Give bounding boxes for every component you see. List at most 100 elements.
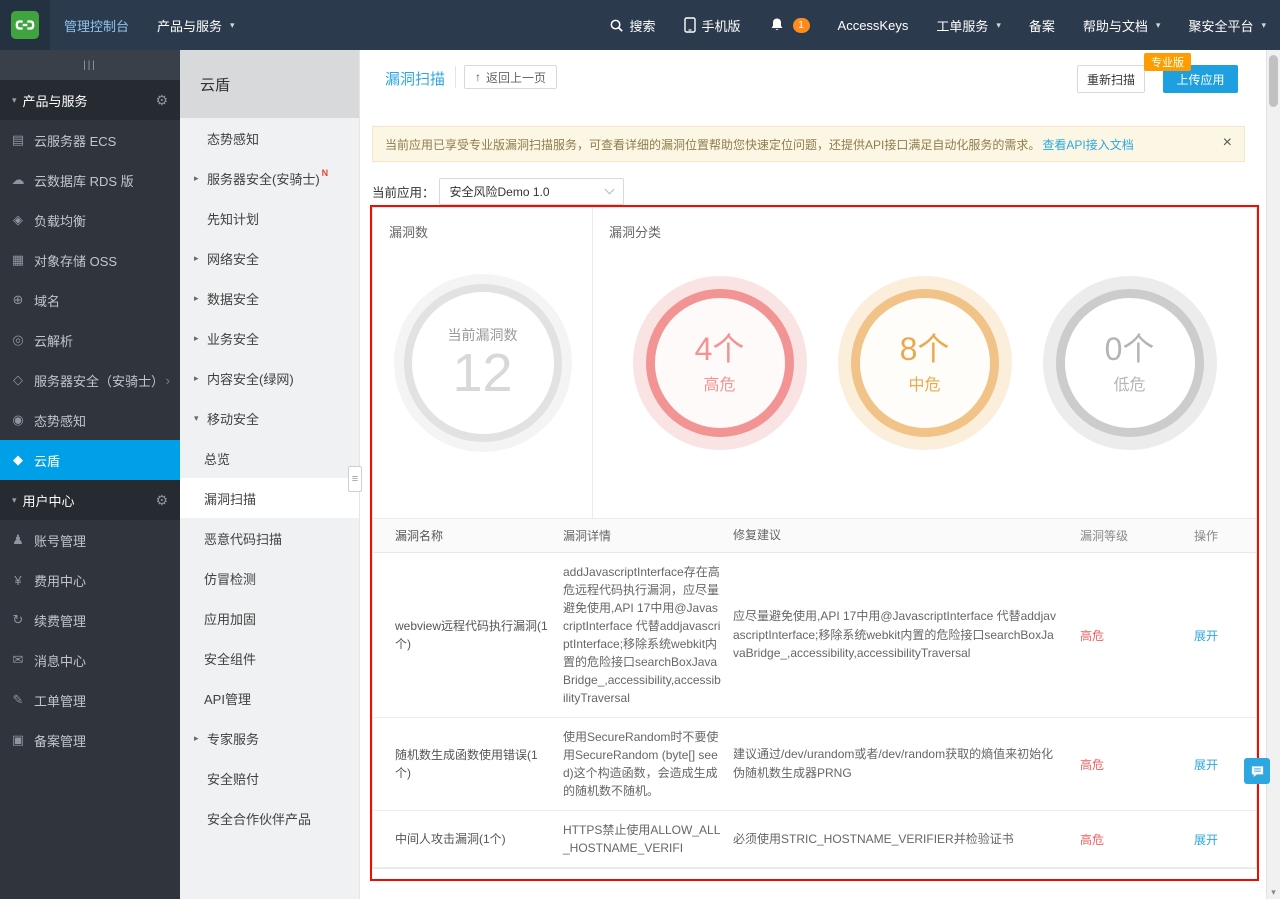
chevron-right-icon: ▸ (194, 172, 199, 183)
scrollbar-thumb[interactable] (1269, 55, 1278, 107)
nav-console[interactable]: 管理控制台 (50, 0, 143, 50)
sidebar-item-domain[interactable]: ⊕ 域名 (0, 280, 180, 320)
feedback-chat-button[interactable] (1244, 758, 1270, 784)
database-icon: ☁ (11, 172, 25, 187)
sidebar-item-oss[interactable]: ▦ 对象存储 OSS (0, 240, 180, 280)
vuln-level-cell: 高危 (1080, 757, 1105, 772)
vuln-detail-cell: 使用SecureRandom时不要使用SecureRandom (byte[] … (563, 730, 719, 798)
chevron-right-icon: › (165, 372, 170, 388)
sidebar-item-messages[interactable]: ✉ 消息中心 (0, 640, 180, 680)
sidebar-item-slb[interactable]: ◈ 负载均衡 (0, 200, 180, 240)
expand-link[interactable]: 展开 (1194, 629, 1218, 643)
chevron-down-icon: ▾ (12, 94, 17, 105)
new-badge: N (321, 168, 329, 178)
top-navbar: 管理控制台 产品与服务 ▾ 搜索 手机版 1 AccessKeys 工单服务 ▾ (0, 0, 1280, 50)
api-docs-link[interactable]: 查看API接入文档 (1042, 136, 1133, 153)
sidebar-item-renewal[interactable]: ↻ 续费管理 (0, 600, 180, 640)
sidebar-item-work-orders[interactable]: ✎ 工单管理 (0, 680, 180, 720)
col-header-action: 操作 (1194, 529, 1219, 543)
gear-icon[interactable]: ⚙ (155, 492, 168, 509)
sidebar-item-account[interactable]: ♟ 账号管理 (0, 520, 180, 560)
chevron-right-icon: ▸ (194, 292, 199, 303)
vuln-name-cell: 随机数生成函数使用错误(1个) (395, 748, 538, 780)
vuln-action-cell: 展开 (1194, 627, 1256, 644)
subnav-item-malware-scan[interactable]: 恶意代码扫描 (180, 518, 359, 558)
secondary-sidebar-title: 云盾 (180, 50, 359, 118)
nav-mobile[interactable]: 手机版 (670, 0, 755, 50)
chevron-down-icon: ▾ (1155, 19, 1161, 30)
vuln-level-cell: 高危 (1080, 628, 1105, 643)
vuln-fix-cell: 必须使用STRIC_HOSTNAME_VERIFIER并检验证书 (733, 831, 1014, 846)
sidebar-section-user-center[interactable]: ▾ 用户中心 ⚙ (0, 480, 180, 520)
rescan-button[interactable]: 重新扫描 (1077, 65, 1145, 93)
sidebar-item-server-security[interactable]: ◇ 服务器安全（安骑士） › (0, 360, 180, 400)
sidebar-item-dns[interactable]: ◎ 云解析 (0, 320, 180, 360)
subnav-item-business-security[interactable]: ▸ 业务安全 (180, 318, 359, 358)
chevron-right-icon: ▸ (194, 372, 199, 383)
nav-accesskeys[interactable]: AccessKeys (824, 0, 923, 50)
subnav-item-vuln-scan[interactable]: 漏洞扫描 (180, 478, 359, 518)
sidebar-item-yundun[interactable]: ◆ 云盾 (0, 440, 180, 480)
sidebar-section-products[interactable]: ▾ 产品与服务 ⚙ (0, 80, 180, 120)
vuln-action-cell: 展开 (1194, 831, 1256, 848)
vuln-detail-cell: addJavascriptInterface存在高危远程代码执行漏洞，应尽量避免… (563, 565, 721, 705)
subnav-item-api-mgmt[interactable]: API管理 (180, 678, 359, 718)
vuln-panel: 漏洞数 当前漏洞数 12 漏洞分类 4个 高危 8个 中危 0个 低危 漏洞名称… (372, 207, 1257, 869)
high-risk-label: 高危 (703, 377, 736, 395)
gear-icon[interactable]: ⚙ (155, 92, 168, 109)
chevron-right-icon: ▸ (194, 252, 199, 263)
subnav-item-security-compensation[interactable]: 安全赔付 (180, 758, 359, 798)
subnav-item-data-security[interactable]: ▸ 数据安全 (180, 278, 359, 318)
subnav-item-security-component[interactable]: 安全组件 (180, 638, 359, 678)
sidebar-collapse-handle[interactable]: ||| (0, 50, 180, 80)
scroll-down-arrow[interactable]: ▾ (1267, 887, 1280, 898)
subnav-item-fake-detect[interactable]: 仿冒检测 (180, 558, 359, 598)
sidebar-item-billing[interactable]: ¥ 费用中心 (0, 560, 180, 600)
subnav-item-mobile-security[interactable]: ▾ 移动安全 (180, 398, 359, 438)
medium-risk-circle: 8个 中危 (850, 289, 999, 437)
shield-icon: ◆ (13, 452, 23, 467)
globe-icon: ⊕ (12, 292, 24, 307)
back-button[interactable]: ↑ 返回上一页 (464, 65, 558, 89)
app-selector-label: 当前应用： (372, 186, 435, 200)
chevron-right-icon: ▸ (194, 332, 199, 343)
secondary-sidebar: 云盾 态势感知 ▸ 服务器安全(安骑士) N 先知计划 ▸ 网络安全 ▸ 数据安全 ▸ 业… (180, 50, 360, 899)
subnav-item-overview[interactable]: 总览 (180, 438, 359, 478)
subnav-item-network-security[interactable]: ▸ 网络安全 (180, 238, 359, 278)
expand-link[interactable]: 展开 (1194, 833, 1218, 847)
nav-search[interactable]: 搜索 (595, 0, 670, 50)
nav-ticket-service[interactable]: 工单服务 ▾ (922, 0, 1015, 50)
nav-beian[interactable]: 备案 (1015, 0, 1069, 50)
low-risk-count: 0个 (1104, 330, 1155, 367)
sidebar-item-ecs[interactable]: ▤ 云服务器 ECS (0, 120, 180, 160)
vuln-count-title: 漏洞数 (389, 225, 429, 240)
subnav-item-situation[interactable]: 态势感知 (180, 118, 359, 158)
expand-link[interactable]: 展开 (1194, 758, 1218, 772)
close-icon[interactable]: × (1223, 135, 1232, 151)
divider (455, 66, 456, 88)
subnav-item-partner-products[interactable]: 安全合作伙伴产品 (180, 798, 359, 838)
sidebar-item-beian-mgmt[interactable]: ▣ 备案管理 (0, 720, 180, 760)
nav-help-docs[interactable]: 帮助与文档 ▾ (1069, 0, 1175, 50)
nav-notifications[interactable]: 1 (755, 0, 824, 50)
subnav-item-app-harden[interactable]: 应用加固 (180, 598, 359, 638)
storage-icon: ▦ (11, 252, 25, 267)
search-icon (610, 19, 623, 32)
aliyun-logo[interactable] (0, 0, 50, 50)
subnav-item-expert-service[interactable]: ▸ 专家服务 (180, 718, 359, 758)
mobile-icon (683, 17, 696, 33)
subnav-item-content-security[interactable]: ▸ 内容安全(绿网) (180, 358, 359, 398)
table-row: webview远程代码执行漏洞(1个) addJavascriptInterfa… (373, 553, 1256, 718)
app-selector-dropdown[interactable]: 安全风险Demo 1.0 (438, 178, 624, 205)
sidebar-item-situation-awareness[interactable]: ◉ 态势感知 (0, 400, 180, 440)
subnav-item-xianzhi[interactable]: 先知计划 (180, 198, 359, 238)
server-icon: ▤ (11, 132, 25, 147)
subnav-item-server-security[interactable]: ▸ 服务器安全(安骑士) N (180, 158, 359, 198)
panel-collapse-handle[interactable]: ≡ (348, 466, 362, 492)
nav-security-platform[interactable]: 聚安全平台 ▾ (1174, 0, 1280, 50)
vuln-detail-cell: HTTPS禁止使用ALLOW_ALL_HOSTNAME_VERIFI (563, 823, 721, 855)
vuln-fix-cell: 应尽量避免使用,API 17中用@JavascriptInterface 代替a… (733, 609, 1056, 661)
stats-section: 漏洞数 当前漏洞数 12 漏洞分类 4个 高危 8个 中危 0个 低危 (373, 208, 1256, 519)
nav-products-menu[interactable]: 产品与服务 ▾ (143, 0, 249, 50)
sidebar-item-rds[interactable]: ☁ 云数据库 RDS 版 (0, 160, 180, 200)
